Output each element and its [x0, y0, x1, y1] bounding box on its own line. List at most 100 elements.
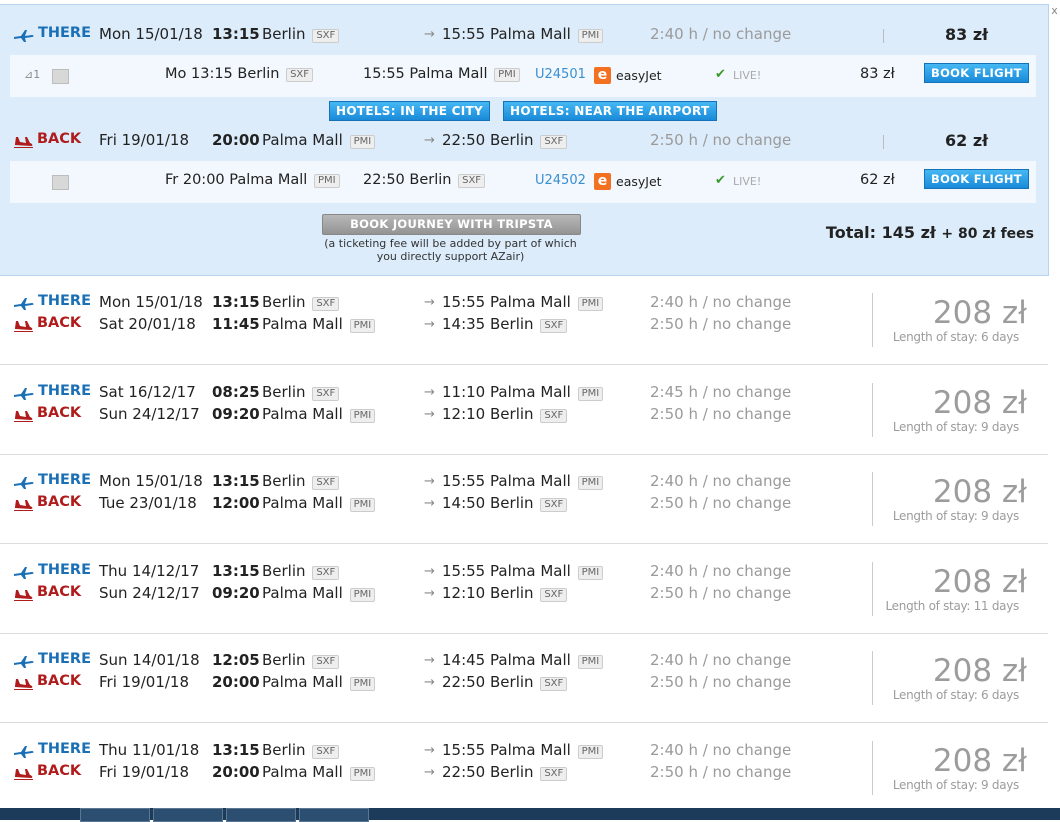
- hotels-city-button[interactable]: HOTELS: IN THE CITY: [329, 101, 491, 121]
- departure-date: Tue 23/01/18: [99, 494, 197, 512]
- plane-takeoff-icon: [14, 30, 34, 42]
- duration: 2:50 h / no change: [650, 131, 792, 149]
- arrow-right-icon: →: [424, 474, 435, 489]
- inbound-segment: Fr 20:00 Palma Mall PMI 22:50 Berlin SXF…: [10, 161, 1036, 203]
- departure-time: 12:00: [212, 494, 260, 512]
- departure-time: 20:00: [212, 763, 260, 781]
- duration: 2:45 h / no change: [650, 383, 792, 401]
- arrival-info: 15:55 Palma Mall PMI: [442, 741, 604, 759]
- departure-date: Mon 15/01/18: [99, 472, 203, 490]
- departure-city: Berlin SXF: [262, 293, 340, 311]
- result-card[interactable]: THERE Thu 11/01/18 13:15 Berlin SXF → 15…: [0, 724, 1048, 813]
- arrival-info: 15:55 Palma Mall PMI: [442, 562, 604, 580]
- arrival-info: 15:55 Palma Mall PMI: [442, 25, 604, 43]
- direction-label: BACK: [37, 494, 82, 510]
- flight-number[interactable]: U24502: [535, 173, 586, 188]
- segment-price: 83 zł: [860, 66, 895, 82]
- departure-city: Palma Mall PMI: [262, 315, 376, 333]
- arrow-right-icon: →: [424, 586, 435, 601]
- length-of-stay: Length of stay: 6 days: [892, 330, 1019, 344]
- plane-takeoff-icon: [14, 656, 34, 668]
- result-card[interactable]: THERE Sat 16/12/17 08:25 Berlin SXF → 11…: [0, 366, 1048, 455]
- airport-code: SXF: [312, 655, 340, 669]
- departure-city: Palma Mall PMI: [262, 584, 376, 602]
- length-of-stay: Length of stay: 11 days: [885, 599, 1020, 613]
- departure-time: 08:25: [212, 383, 260, 401]
- arrow-right-icon: →: [424, 564, 435, 579]
- departure-city: Palma Mall PMI: [262, 405, 376, 423]
- direction-label: BACK: [37, 584, 82, 600]
- hotels-airport-button[interactable]: HOTELS: NEAR THE AIRPORT: [503, 101, 717, 121]
- airport-code: SXF: [540, 498, 568, 512]
- airport-code: PMI: [349, 135, 376, 149]
- departure-date: Mon 15/01/18: [99, 25, 203, 43]
- direction-label: THERE: [38, 383, 92, 399]
- departure-date: Fri 19/01/18: [99, 763, 190, 781]
- airport-code: SXF: [312, 566, 340, 580]
- book-journey-tripsta-button[interactable]: BOOK JOURNEY WITH TRIPSTA: [322, 214, 581, 235]
- segment-arrival: 22:50 Berlin SXF: [363, 172, 486, 188]
- arrival-info: 12:10 Berlin SXF: [442, 584, 568, 602]
- direction-label: THERE: [38, 293, 92, 309]
- airport-code: PMI: [577, 566, 604, 580]
- duration: 2:50 h / no change: [650, 763, 792, 781]
- arrival-info: 22:50 Berlin SXF: [442, 673, 568, 691]
- result-card[interactable]: THERE Sun 14/01/18 12:05 Berlin SXF → 14…: [0, 634, 1048, 723]
- departure-time: 13:15: [212, 25, 260, 43]
- easyjet-logo: e: [594, 173, 611, 190]
- leg-price: 83 zł: [945, 25, 989, 44]
- segment-price: 62 zł: [860, 172, 895, 188]
- airport-code: SXF: [540, 588, 568, 602]
- plane-takeoff-icon: [14, 567, 34, 579]
- plane-takeoff-icon: [14, 388, 34, 400]
- airport-code: PMI: [577, 655, 604, 669]
- length-of-stay: Length of stay: 9 days: [892, 778, 1019, 792]
- arrow-right-icon: →: [424, 133, 435, 148]
- duration: 2:50 h / no change: [650, 315, 792, 333]
- direction-label: BACK: [37, 405, 82, 421]
- flight-number[interactable]: U24501: [535, 67, 586, 82]
- length-of-stay: Length of stay: 9 days: [892, 420, 1019, 434]
- duration: 2:40 h / no change: [650, 651, 792, 669]
- direction-label: BACK: [37, 763, 82, 779]
- arrow-right-icon: →: [424, 675, 435, 690]
- arrival-info: 15:55 Palma Mall PMI: [442, 472, 604, 490]
- image-placeholder-icon: [52, 69, 69, 84]
- duration: 2:50 h / no change: [650, 494, 792, 512]
- close-icon[interactable]: x: [1049, 4, 1060, 17]
- live-status: LIVE!: [733, 69, 762, 82]
- arrow-right-icon: →: [424, 765, 435, 780]
- duration: 2:40 h / no change: [650, 472, 792, 490]
- duration: 2:50 h / no change: [650, 584, 792, 602]
- airport-code: SXF: [540, 319, 568, 333]
- outbound-segment: ⊿1 Mo 13:15 Berlin SXF 15:55 Palma Mall …: [10, 55, 1036, 97]
- result-card[interactable]: THERE Mon 15/01/18 13:15 Berlin SXF → 15…: [0, 455, 1048, 544]
- airport-code: SXF: [312, 29, 340, 43]
- plane-landing-icon: [14, 500, 33, 511]
- airport-code: PMI: [349, 677, 376, 691]
- direction-label: THERE: [38, 25, 92, 41]
- book-flight-button[interactable]: BOOK FLIGHT: [924, 63, 1029, 83]
- airport-code: SXF: [312, 387, 340, 401]
- direction-label: THERE: [38, 472, 92, 488]
- price-box: 208 zł Length of stay: 9 days: [872, 741, 1033, 795]
- departure-date: Sun 14/01/18: [99, 651, 200, 669]
- departure-time: 13:15: [212, 293, 260, 311]
- departure-city: Berlin SXF: [262, 383, 340, 401]
- inbound-row: BACK Fri 19/01/18 20:00 Palma Mall PMI →…: [0, 131, 1048, 153]
- result-card[interactable]: THERE Mon 15/01/18 13:15 Berlin SXF → 15…: [0, 276, 1048, 365]
- airport-code: SXF: [312, 745, 340, 759]
- duration: 2:50 h / no change: [650, 405, 792, 423]
- departure-city: Palma Mall PMI: [262, 131, 376, 149]
- arrow-right-icon: →: [424, 653, 435, 668]
- plane-landing-icon: [14, 411, 33, 422]
- direction-label: THERE: [38, 562, 92, 578]
- departure-date: Sun 24/12/17: [99, 405, 200, 423]
- result-card[interactable]: THERE Thu 14/12/17 13:15 Berlin SXF → 15…: [0, 545, 1048, 634]
- departure-time: 09:20: [212, 405, 260, 423]
- price-box: 208 zł Length of stay: 6 days: [872, 293, 1033, 347]
- airport-code: SXF: [540, 409, 568, 423]
- segment-departure: Mo 13:15 Berlin SXF: [165, 66, 314, 82]
- departure-time: 20:00: [212, 673, 260, 691]
- book-flight-button[interactable]: BOOK FLIGHT: [924, 169, 1029, 189]
